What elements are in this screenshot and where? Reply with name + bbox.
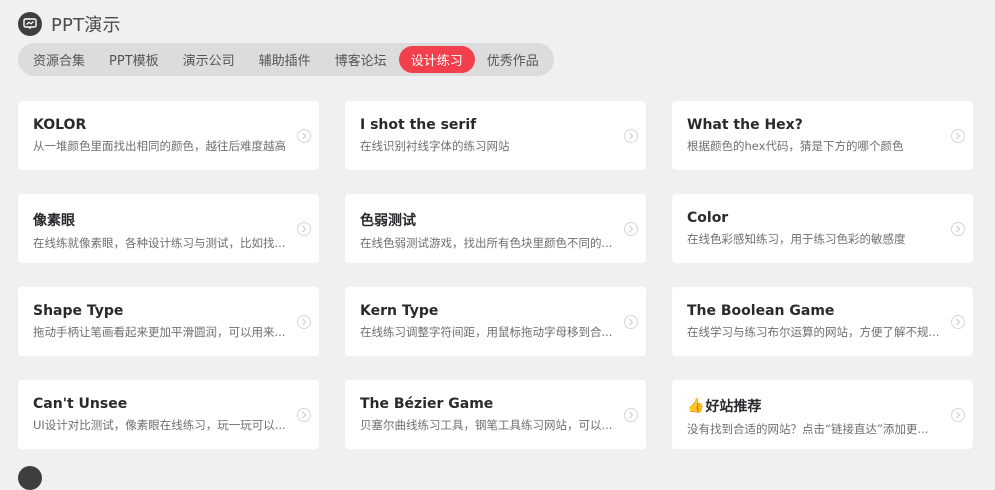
site-card-grid: KOLOR 从一堆颜色里面找出相同的颜色，越往后难度越高 I shot the … (18, 101, 973, 449)
site-card[interactable]: 像素眼 在线练就像素眼，各种设计练习与测试，比如找... (18, 194, 319, 263)
category-tabs: 资源合集 PPT模板 演示公司 辅助插件 博客论坛 设计练习 优秀作品 (18, 43, 554, 76)
card-title: The Bézier Game (360, 396, 494, 412)
next-section-icon (18, 466, 42, 490)
card-description: 从一堆颜色里面找出相同的颜色，越往后难度越高 (33, 139, 286, 153)
presentation-icon (18, 12, 42, 36)
tab-plugins[interactable]: 辅助插件 (247, 46, 323, 73)
card-title: 👍 好站推荐 (687, 396, 943, 416)
card-description: 在线色彩感知练习，用于练习色彩的敏感度 (687, 232, 906, 246)
section-title: PPT演示 (51, 15, 121, 36)
card-title-text: 好站推荐 (705, 399, 762, 415)
site-card[interactable]: What the Hex? 根据颜色的hex代码，猜是下方的哪个颜色 (672, 101, 973, 170)
site-card[interactable]: I shot the serif 在线识别衬线字体的练习网站 (345, 101, 646, 170)
site-card[interactable]: The Bézier Game 贝塞尔曲线练习工具，钢笔工具练习网站，可以... (345, 380, 646, 449)
card-title: I shot the serif (360, 117, 477, 133)
card-title: What the Hex? (687, 117, 803, 133)
tab-design-practice[interactable]: 设计练习 (398, 46, 475, 73)
chevron-right-icon[interactable] (297, 222, 311, 236)
thumbs-up-icon: 👍 (687, 398, 705, 414)
chevron-right-icon[interactable] (951, 315, 965, 329)
card-description: 在线色弱测试游戏，找出所有色块里颜色不同的... (360, 236, 613, 250)
section-header: PPT演示 (18, 11, 121, 37)
site-card[interactable]: 色弱测试 在线色弱测试游戏，找出所有色块里颜色不同的... (345, 194, 646, 263)
tab-presentation-companies[interactable]: 演示公司 (171, 46, 247, 73)
site-card[interactable]: KOLOR 从一堆颜色里面找出相同的颜色，越往后难度越高 (18, 101, 319, 170)
tab-blogs-forums[interactable]: 博客论坛 (323, 46, 399, 73)
chevron-right-icon[interactable] (297, 408, 311, 422)
site-card[interactable]: Shape Type 拖动手柄让笔画看起来更加平滑圆润，可以用来... (18, 287, 319, 356)
tab-showcase[interactable]: 优秀作品 (475, 46, 551, 73)
card-description: 在线学习与练习布尔运算的网站，方便了解不规... (687, 325, 940, 339)
card-title: Shape Type (33, 303, 124, 319)
card-description: 根据颜色的hex代码，猜是下方的哪个颜色 (687, 139, 904, 153)
card-description: UI设计对比测试，像素眼在线练习，玩一玩可以... (33, 418, 286, 432)
chevron-right-icon[interactable] (624, 315, 638, 329)
card-title: Can't Unsee (33, 396, 128, 412)
chevron-right-icon[interactable] (951, 408, 965, 422)
card-description: 贝塞尔曲线练习工具，钢笔工具练习网站，可以... (360, 418, 613, 432)
card-description: 没有找到合适的网站？点击“链接直达”添加更... (687, 422, 929, 436)
card-title: 像素眼 (33, 213, 75, 229)
card-description: 在线练习调整字符间距，用鼠标拖动字母移到合... (360, 325, 613, 339)
card-description: 拖动手柄让笔画看起来更加平滑圆润，可以用来... (33, 325, 286, 339)
tab-resources[interactable]: 资源合集 (21, 46, 97, 73)
card-title: KOLOR (33, 117, 87, 133)
chevron-right-icon[interactable] (297, 129, 311, 143)
chevron-right-icon[interactable] (951, 129, 965, 143)
card-title: The Boolean Game (687, 303, 835, 319)
site-card[interactable]: Color 在线色彩感知练习，用于练习色彩的敏感度 (672, 194, 973, 263)
site-card[interactable]: The Boolean Game 在线学习与练习布尔运算的网站，方便了解不规..… (672, 287, 973, 356)
card-title: 色弱测试 (360, 213, 416, 229)
chevron-right-icon[interactable] (951, 222, 965, 236)
chevron-right-icon[interactable] (297, 315, 311, 329)
chevron-right-icon[interactable] (624, 408, 638, 422)
tab-ppt-templates[interactable]: PPT模板 (97, 46, 171, 73)
site-card-recommend[interactable]: 👍 好站推荐 没有找到合适的网站？点击“链接直达”添加更... (672, 380, 973, 449)
site-card[interactable]: Can't Unsee UI设计对比测试，像素眼在线练习，玩一玩可以... (18, 380, 319, 449)
card-title: Kern Type (360, 303, 439, 319)
site-card[interactable]: Kern Type 在线练习调整字符间距，用鼠标拖动字母移到合... (345, 287, 646, 356)
chevron-right-icon[interactable] (624, 129, 638, 143)
chevron-right-icon[interactable] (624, 222, 638, 236)
card-description: 在线练就像素眼，各种设计练习与测试，比如找... (33, 236, 286, 250)
card-title: Color (687, 210, 729, 226)
card-description: 在线识别衬线字体的练习网站 (360, 139, 510, 153)
